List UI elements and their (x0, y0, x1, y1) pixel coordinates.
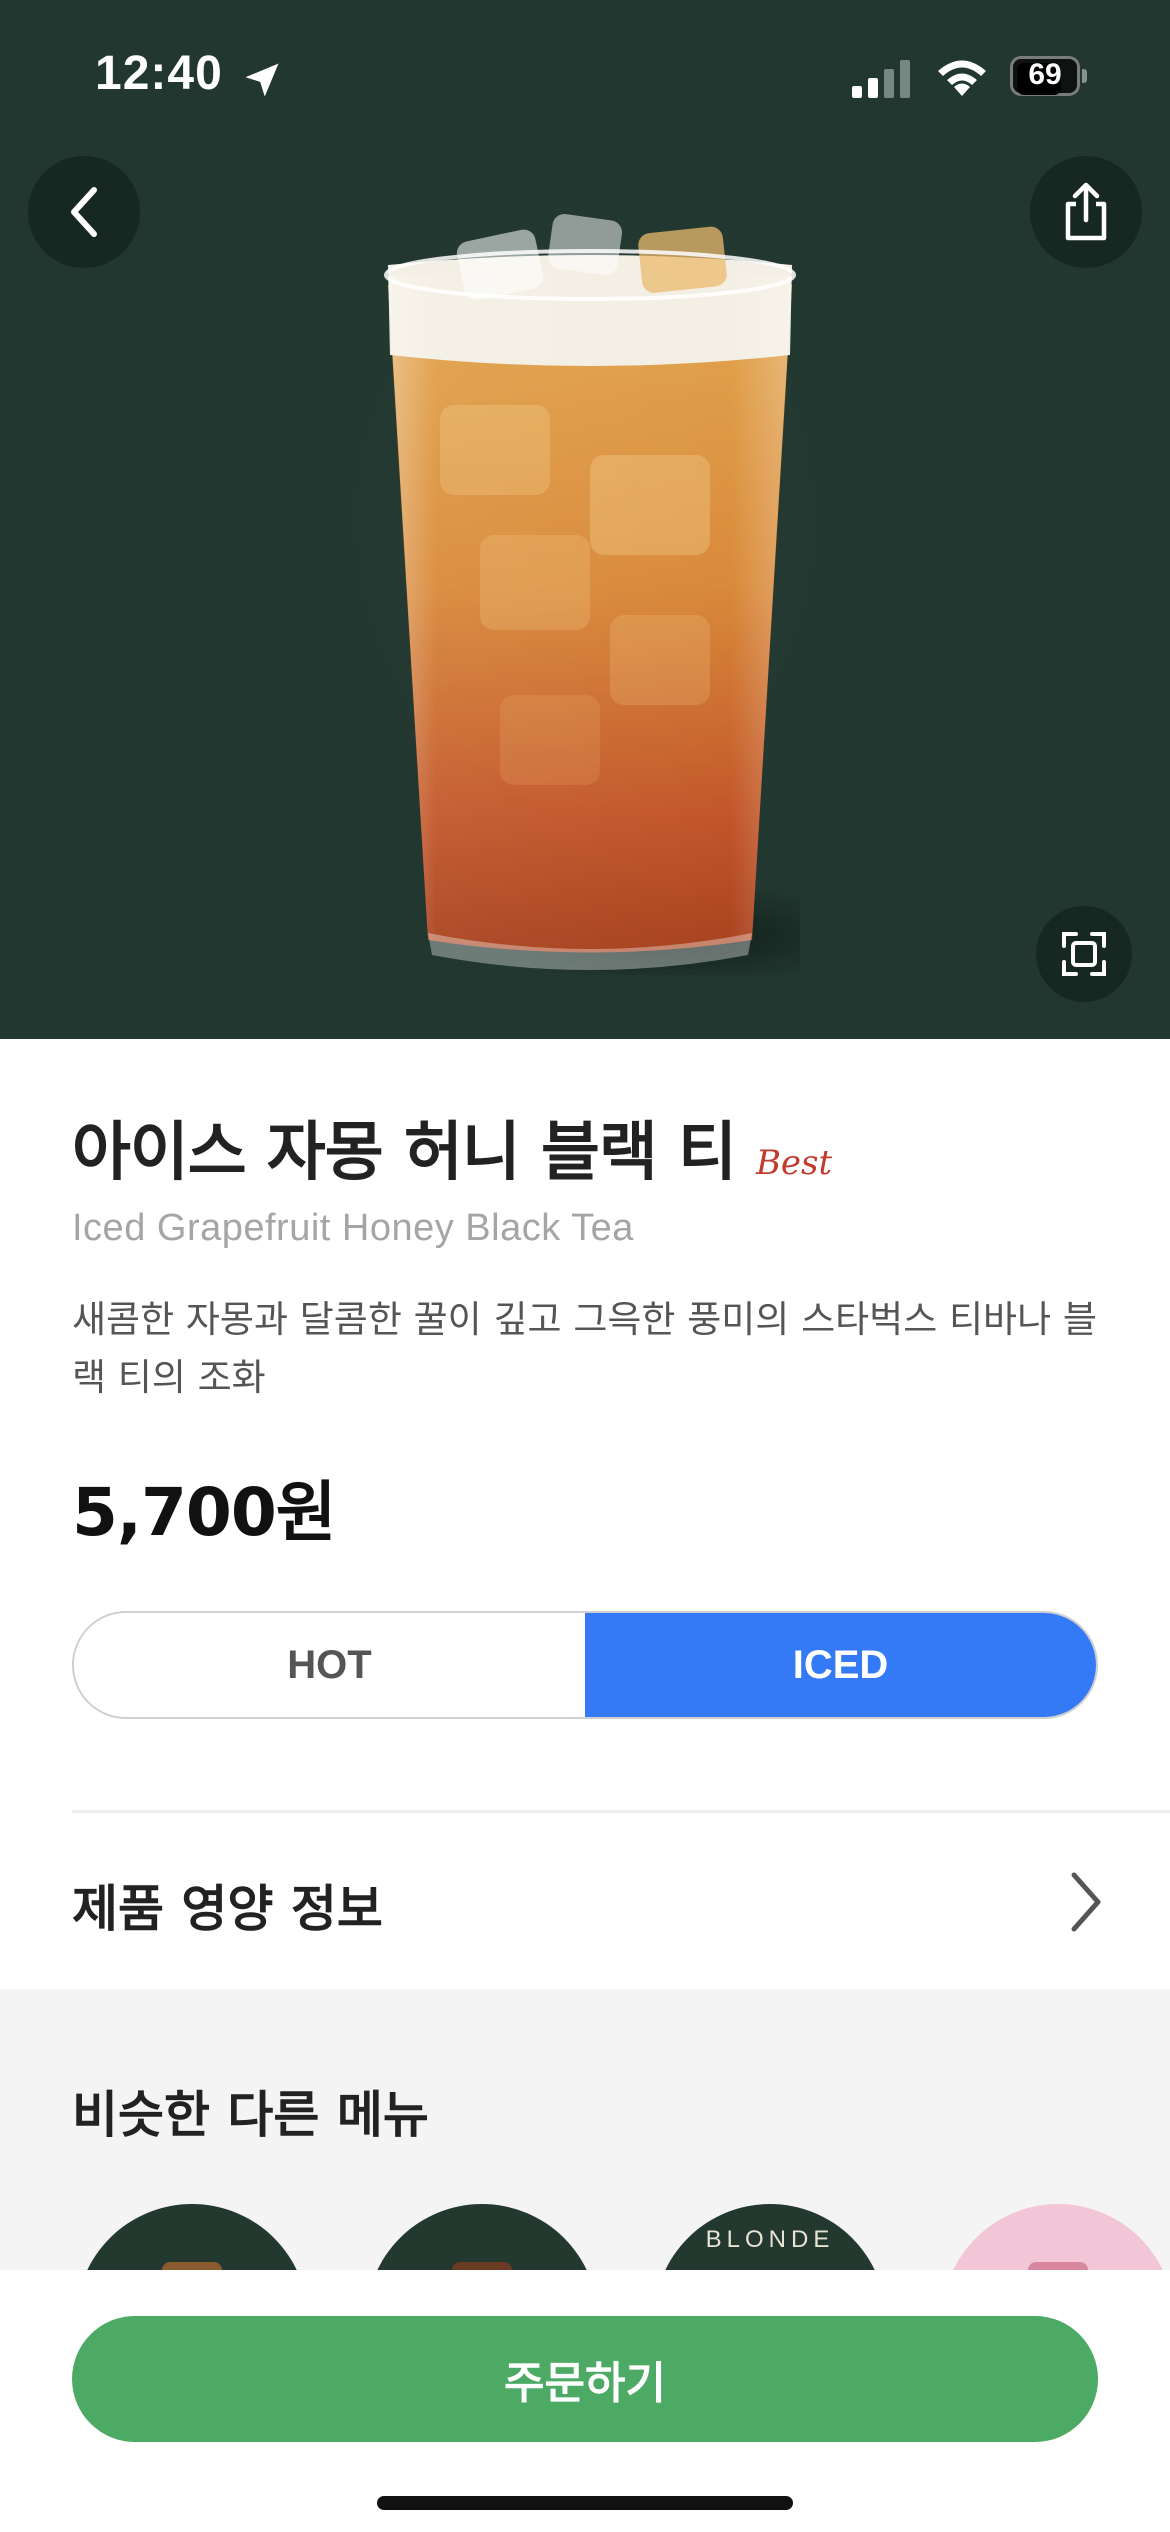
nutrition-info-row[interactable]: 제품 영양 정보 (0, 1815, 1170, 1989)
hot-option[interactable]: HOT (74, 1613, 585, 1717)
home-indicator (377, 2496, 793, 2510)
battery-tip (1082, 69, 1087, 83)
bottom-bar: 주문하기 (0, 2270, 1170, 2532)
product-english-name: Iced Grapefruit Honey Black Tea (72, 1207, 634, 1249)
nutrition-info-label: 제품 영양 정보 (72, 1880, 383, 1938)
drink-image (384, 213, 800, 975)
status-time: 12:40 (95, 47, 223, 100)
product-name: 아이스 자몽 허니 블랙 티 (72, 1116, 737, 1190)
location-arrow-icon (245, 63, 279, 97)
battery-level: 69 (1028, 58, 1062, 91)
best-badge: Best (755, 1143, 833, 1183)
chevron-right-icon (1071, 1872, 1101, 1932)
chevron-left-icon (71, 187, 97, 237)
product-price: 5,700원 (72, 1474, 336, 1551)
status-bar: 12:40 69 (0, 0, 1170, 150)
expand-icon (1062, 932, 1106, 976)
product-info: 아이스 자몽 허니 블랙 티 Best Iced Grapefruit Hone… (0, 1039, 1170, 1989)
expand-image-button[interactable] (1036, 906, 1132, 1002)
battery-icon: 69 (1010, 56, 1087, 96)
divider (72, 1810, 1170, 1813)
back-button[interactable] (28, 156, 140, 268)
order-button[interactable]: 주문하기 (72, 2316, 1098, 2442)
similar-menu-title: 비슷한 다른 메뉴 (72, 2086, 429, 2144)
product-hero: 12:40 69 (0, 0, 1170, 1039)
wifi-icon (938, 60, 986, 96)
product-name-row: 아이스 자몽 허니 블랙 티 Best (72, 1101, 832, 1193)
iced-option[interactable]: ICED (585, 1613, 1096, 1717)
cellular-signal-icon (852, 60, 910, 98)
temperature-toggle: HOT ICED (72, 1611, 1098, 1719)
product-description: 새콤한 자몽과 달콤한 꿀이 깊고 그윽한 풍미의 스타벅스 티바나 블랙 티의… (72, 1298, 1097, 1399)
blonde-label: BLONDE (705, 2226, 835, 2253)
share-button[interactable] (1030, 156, 1142, 268)
share-icon (1065, 182, 1107, 241)
